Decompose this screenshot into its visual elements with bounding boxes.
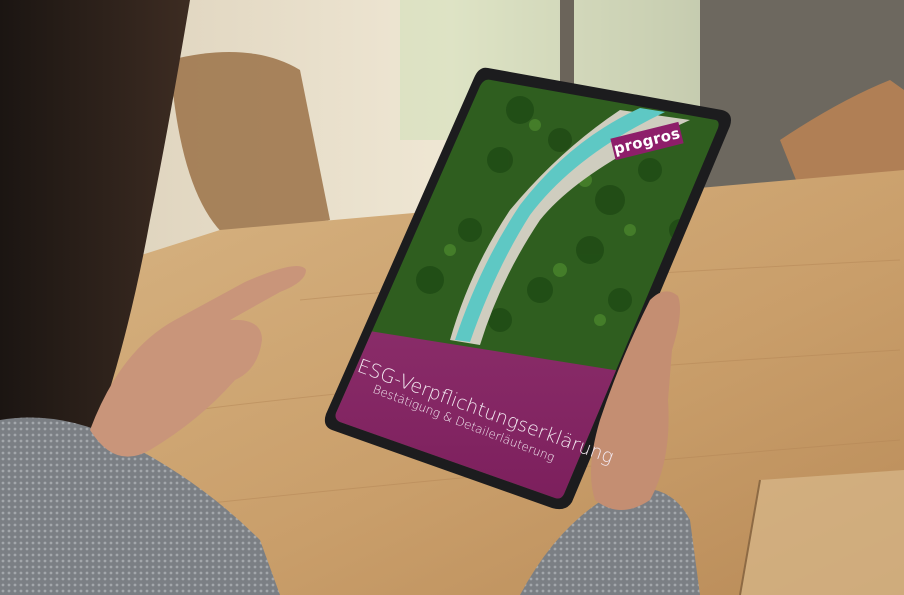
table-panel-seam [740,470,904,595]
scene-illustration [0,0,904,595]
photo-scene: progros ESG-Verpflichtungserklärung Best… [0,0,904,595]
